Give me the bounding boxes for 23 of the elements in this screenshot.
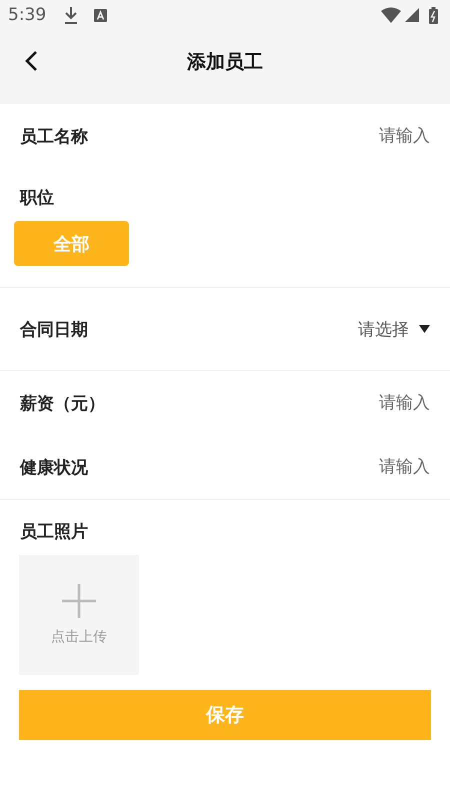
input-field[interactable]: 请输入 (105, 393, 430, 413)
wifi-icon (381, 7, 401, 23)
date-select[interactable]: 请选择 (358, 318, 430, 340)
field-label: 员工名称 (20, 126, 88, 148)
caret-icon (419, 325, 430, 333)
field-label: 薪资（元） (20, 392, 105, 414)
field-label: 健康状况 (20, 456, 88, 478)
upload-button[interactable]: 点击上传 (19, 555, 139, 675)
input-field[interactable]: 请输入 (88, 126, 430, 146)
page-title: 添加员工 (187, 50, 263, 75)
field-label: 职位 (18, 187, 55, 210)
field-label: 合同日期 (20, 318, 88, 340)
back-icon (24, 50, 38, 72)
plus-icon (62, 584, 96, 618)
download-icon (64, 6, 78, 24)
field-label: 员工照片 (19, 521, 89, 543)
save-button[interactable]: 保存 (19, 690, 431, 740)
status-time: 5:39 (8, 5, 46, 25)
battery-icon (429, 6, 438, 24)
input-field[interactable]: 请输入 (88, 457, 430, 477)
position-chip[interactable]: 全部 (14, 221, 129, 266)
signal-icon (405, 8, 419, 22)
notification-icon (94, 8, 108, 22)
